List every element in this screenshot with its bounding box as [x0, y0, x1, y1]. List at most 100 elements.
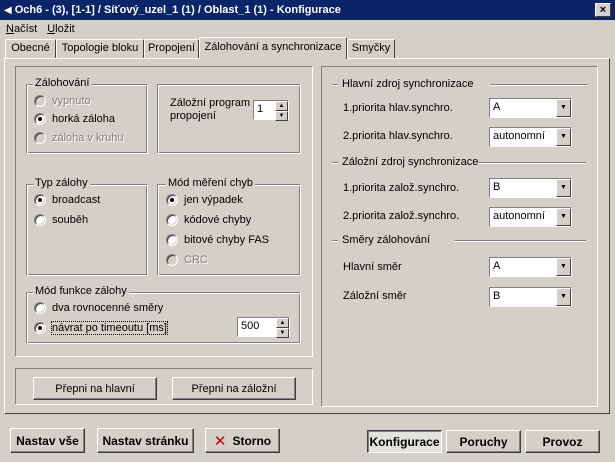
dropdown-arrow-icon[interactable]: ▼	[556, 99, 571, 117]
button-label: Provoz	[542, 434, 583, 449]
radio-dva-rovnocenne-smery[interactable]: dva rovnocenné směry	[34, 302, 163, 314]
menu-item-ulozit[interactable]: Uložit	[41, 23, 79, 35]
radio-label: jen výpadek	[184, 194, 243, 206]
radio-label: kódové chyby	[184, 214, 252, 226]
radio-jen-vypadek[interactable]: jen výpadek	[166, 194, 243, 206]
button-label: Poruchy	[459, 434, 508, 449]
radio-zaloha-v-kruhu[interactable]: záloha v kruhu	[34, 132, 124, 144]
cancel-x-icon: ✕	[213, 432, 227, 450]
switch-to-backup-button[interactable]: Přepni na záložní	[172, 377, 296, 400]
sync-main-priority1-select[interactable]: A ▼	[489, 98, 572, 118]
timeout-stepper[interactable]: 500 ▲ ▼	[237, 317, 290, 338]
radio-vypnuto[interactable]: vypnuto	[34, 95, 91, 107]
radio-label: návrat po timeoutu [ms]	[51, 321, 168, 335]
menu-bar: Načíst Uložit	[0, 20, 615, 37]
group-typ-zalohy-title: Typ zálohy	[33, 177, 90, 189]
select-value: A	[493, 101, 501, 113]
group-mod-mereni-title: Mód měření chyb	[166, 177, 255, 189]
radio-soubeh[interactable]: souběh	[34, 214, 88, 226]
title-bar: ◀ Och6 - (3), [1-1] / Síťový_uzel_1 (1) …	[0, 0, 615, 20]
select-value: A	[493, 260, 501, 272]
radio-kodove-chyby[interactable]: kódové chyby	[166, 214, 251, 226]
tab-obecne[interactable]: Obecné	[5, 39, 56, 58]
menu-label-rest: ačíst	[13, 22, 38, 35]
group-zalohovani-title: Zálohování	[33, 77, 92, 89]
dropdown-arrow-icon[interactable]: ▼	[556, 258, 571, 276]
close-button[interactable]: ×	[595, 3, 611, 17]
radio-label: horká záloha	[52, 113, 115, 125]
radio-dot	[34, 302, 46, 314]
zalozni-program-label-2: propojení	[170, 110, 216, 122]
main-direction-select[interactable]: A ▼	[489, 257, 572, 277]
radio-label: bitové chyby FAS	[184, 234, 269, 246]
radio-dot	[166, 234, 178, 246]
tab-smycky[interactable]: Smyčky	[347, 39, 395, 58]
stepper-value: 1	[257, 103, 264, 115]
operation-button[interactable]: Provoz	[525, 430, 600, 453]
tab-label: Obecné	[11, 42, 50, 54]
stepper-arrows: ▲ ▼	[275, 101, 288, 121]
radio-dot	[34, 214, 46, 226]
menu-item-nacist[interactable]: Načíst	[0, 23, 41, 35]
menu-mnemonic: N	[6, 22, 14, 35]
tab-topologie-bloku[interactable]: Topologie bloku	[56, 39, 144, 58]
directions-title: Směry zálohování	[340, 234, 433, 246]
sync-backup-title: Záložní zdroj synchronizace	[340, 156, 481, 168]
tab-label: Topologie bloku	[61, 42, 139, 54]
radio-crc[interactable]: CRC	[166, 254, 208, 266]
radio-label: CRC	[184, 254, 208, 266]
directions-row1-label: Hlavní směr	[343, 261, 402, 273]
dropdown-arrow-icon[interactable]: ▼	[556, 179, 571, 197]
radio-dot	[34, 322, 46, 334]
arrow-up-icon[interactable]: ▲	[275, 101, 288, 111]
tab-label: Zálohování a synchronizace	[204, 41, 342, 53]
button-label: Konfigurace	[369, 434, 440, 449]
arrow-down-icon[interactable]: ▼	[276, 328, 289, 338]
radio-label: vypnuto	[52, 95, 91, 107]
radio-label: záloha v kruhu	[52, 132, 124, 144]
dropdown-arrow-icon[interactable]: ▼	[556, 208, 571, 226]
radio-dot	[166, 254, 178, 266]
radio-dot	[166, 194, 178, 206]
radio-dot	[34, 194, 46, 206]
tab-label: Propojení	[147, 42, 196, 54]
button-label: Nastav stránku	[102, 433, 189, 448]
set-all-button[interactable]: Nastav vše	[10, 428, 85, 453]
group-mod-funkce-title: Mód funkce zálohy	[33, 285, 129, 297]
sync-backup-priority2-select[interactable]: autonomní ▼	[489, 207, 572, 227]
set-page-button[interactable]: Nastav stránku	[97, 428, 194, 453]
sync-backup-row1-label: 1.priorita založ.synchro.	[343, 182, 460, 194]
tab-zalohovani-a-synchronizace[interactable]: Zálohování a synchronizace	[199, 37, 347, 59]
zalozni-program-stepper[interactable]: 1 ▲ ▼	[253, 100, 289, 121]
close-icon: ×	[599, 4, 607, 16]
radio-dot	[166, 214, 178, 226]
radio-dot	[34, 95, 46, 107]
select-value: autonomní	[493, 210, 545, 222]
radio-horka-zaloha[interactable]: horká záloha	[34, 113, 115, 125]
backup-direction-select[interactable]: B ▼	[489, 287, 572, 307]
select-value: B	[493, 181, 501, 193]
sync-backup-priority1-select[interactable]: B ▼	[489, 178, 572, 198]
arrow-down-icon[interactable]: ▼	[275, 111, 288, 121]
radio-bitove-chyby-fas[interactable]: bitové chyby FAS	[166, 234, 269, 246]
sync-main-title: Hlavní zdroj synchronizace	[340, 78, 476, 90]
radio-navrat-po-timeoutu[interactable]: návrat po timeoutu [ms]	[34, 321, 168, 335]
radio-dot	[34, 132, 46, 144]
separator	[490, 84, 588, 86]
tab-propojeni[interactable]: Propojení	[144, 39, 199, 58]
radio-broadcast[interactable]: broadcast	[34, 194, 100, 206]
dropdown-arrow-icon[interactable]: ▼	[556, 128, 571, 146]
sync-main-priority2-select[interactable]: autonomní ▼	[489, 127, 572, 147]
arrow-up-icon[interactable]: ▲	[276, 318, 289, 328]
select-value: autonomní	[493, 130, 545, 142]
dropdown-arrow-icon[interactable]: ▼	[556, 288, 571, 306]
faults-button[interactable]: Poruchy	[446, 430, 521, 453]
configuration-button[interactable]: Konfigurace	[367, 430, 442, 453]
radio-label: broadcast	[52, 194, 101, 206]
radio-label: souběh	[52, 214, 89, 226]
stepper-arrows: ▲ ▼	[276, 318, 289, 338]
button-label: Přepni na záložní	[191, 382, 277, 395]
radio-dot	[34, 113, 46, 125]
switch-to-main-button[interactable]: Přepni na hlavní	[33, 377, 157, 400]
cancel-button[interactable]: ✕ Storno	[205, 428, 280, 453]
